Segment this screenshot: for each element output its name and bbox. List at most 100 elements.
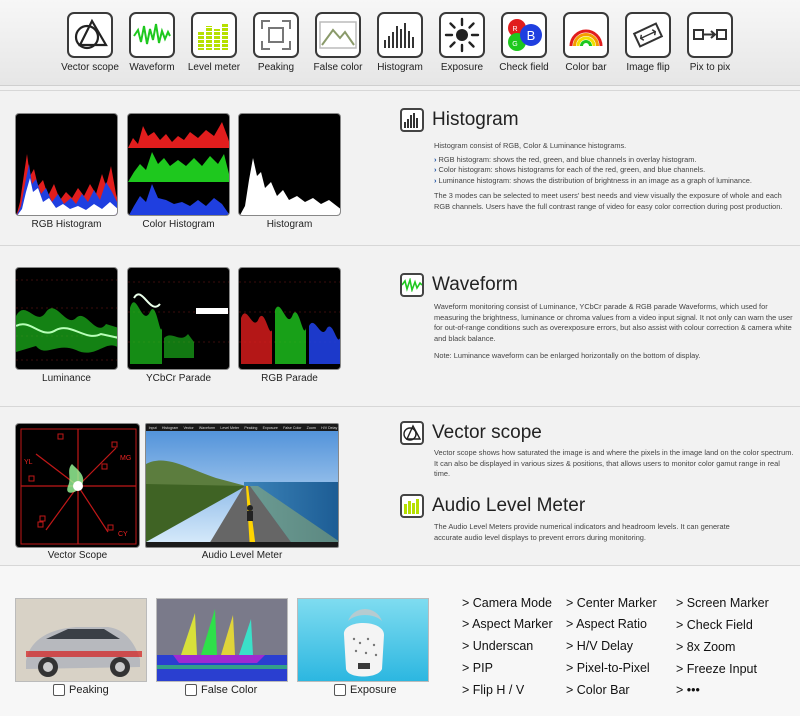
tool-color-bar[interactable]: Color bar <box>563 12 609 85</box>
luminance-waveform-image <box>15 267 118 370</box>
luminance-histogram-caption: Histogram <box>266 219 313 230</box>
rgb-histogram-image <box>15 113 118 216</box>
feature-item: > Pixel-to-Pixel <box>566 661 650 675</box>
tool-exposure[interactable]: Exposure <box>439 12 485 85</box>
audio-menu-item[interactable]: Exposure <box>263 426 278 430</box>
tool-peaking[interactable]: Peaking <box>253 12 299 85</box>
feature-item: > Color Bar <box>566 683 630 697</box>
audio-menu-item[interactable]: False Color <box>283 426 301 430</box>
tool-false-color[interactable]: False color <box>314 12 362 85</box>
ycbcr-parade-caption: YCbCr Parade <box>145 373 212 384</box>
false-color-icon <box>315 12 361 58</box>
svg-text:B: B <box>527 28 536 43</box>
audio-menu-item[interactable]: Peaking <box>244 426 257 430</box>
luminance-caption: Luminance <box>42 373 91 384</box>
audio-menu-bar: Input Histogram Vector Waveform Level Me… <box>146 424 338 431</box>
ycbcr-parade-image <box>127 267 230 370</box>
histogram-title: Histogram <box>432 109 519 130</box>
vector-scope-image: YL MG CY <box>15 423 140 548</box>
feature-item: > Center Marker <box>566 596 657 610</box>
feature-item: > Aspect Marker <box>462 617 553 631</box>
audio-menu-item[interactable]: Vector <box>183 426 193 430</box>
tool-waveform[interactable]: Waveform <box>129 12 175 85</box>
feature-toolbar: Vector scope Waveform Level meter Peakin… <box>0 0 800 86</box>
tool-check-field[interactable]: BRG Check field <box>499 12 549 85</box>
peaking-image <box>15 598 147 682</box>
false-color-image <box>156 598 288 682</box>
svg-text:R: R <box>512 26 517 33</box>
false-color-caption-text: False Color <box>201 684 258 696</box>
audio-menu-item[interactable]: Histogram <box>162 426 178 430</box>
audio-title: Audio Level Meter <box>432 495 586 516</box>
vectorscope-audio-section: YL MG CY Vector Scope Input Histogram Ve… <box>0 406 800 564</box>
false-color-caption: False Color <box>185 684 257 696</box>
audio-level-meter-image: Input Histogram Vector Waveform Level Me… <box>145 423 339 548</box>
audio-menu-item[interactable]: Input <box>149 426 157 430</box>
vector-label-cy: CY <box>118 531 128 538</box>
vector-scope-description: Vector scope shows how saturated the ima… <box>434 448 794 478</box>
peaking-caption: Peaking <box>53 684 109 696</box>
feature-item: > H/V Delay <box>566 639 634 653</box>
waveform-heading: Waveform <box>400 273 518 297</box>
level-meter-icon <box>191 12 237 58</box>
histogram-bullet: Color histogram: shows histograms for ea… <box>434 165 794 176</box>
color-histogram-caption: Color Histogram <box>142 219 215 230</box>
pix-to-pix-icon <box>687 12 733 58</box>
exposure-icon <box>439 12 485 58</box>
color-histogram-image <box>127 113 230 216</box>
feature-item: > Aspect Ratio <box>566 617 647 631</box>
check-field-icon: B R G <box>501 12 547 58</box>
rgb-parade-caption: RGB Parade <box>261 373 318 384</box>
histogram-icon <box>377 12 423 58</box>
waveform-icon <box>400 273 424 297</box>
rgb-parade-image <box>238 267 341 370</box>
exposure-caption: Exposure <box>334 684 396 696</box>
tool-level-meter[interactable]: Level meter <box>188 12 240 85</box>
luminance-histogram-image <box>238 113 341 216</box>
waveform-section: Luminance YCbCr Parade RGB Parade Wavefo… <box>0 245 800 405</box>
audio-menu-item[interactable]: Level Meter <box>220 426 239 430</box>
histogram-bullet: RGB histogram: shows the red, green, and… <box>434 155 794 166</box>
peaking-caption-text: Peaking <box>69 684 109 696</box>
exposure-image <box>297 598 429 682</box>
rgb-histogram-caption: RGB Histogram <box>31 219 102 230</box>
tool-image-flip[interactable]: Image flip <box>625 12 671 85</box>
histogram-heading: Histogram <box>400 108 519 132</box>
tool-histogram[interactable]: Histogram <box>377 12 423 85</box>
audio-menu-item[interactable]: Waveform <box>199 426 215 430</box>
feature-item: > Freeze Input <box>676 662 757 676</box>
audio-heading: Audio Level Meter <box>400 494 585 518</box>
feature-list: > Camera Mode > Center Marker > Screen M… <box>462 596 797 706</box>
color-bar-icon <box>563 12 609 58</box>
tool-label: Pix to pix <box>689 62 731 73</box>
audio-description: The Audio Level Meters provide numerical… <box>434 522 730 542</box>
image-flip-icon <box>625 12 671 58</box>
vector-scope-icon <box>400 421 424 445</box>
waveform-description: Waveform monitoring consist of Luminance… <box>434 302 794 365</box>
audio-menu-item[interactable]: H/V Delay <box>321 426 337 430</box>
feature-item: > Flip H / V <box>462 683 525 697</box>
peaking-icon <box>53 684 65 696</box>
histogram-description: Histogram consist of RGB, Color & Lumina… <box>434 141 794 215</box>
tool-vector-scope[interactable]: Vector scope <box>61 12 119 85</box>
feature-item: > Camera Mode <box>462 596 552 610</box>
waveform-title: Waveform <box>432 274 518 295</box>
peaking-icon <box>253 12 299 58</box>
histogram-icon <box>400 108 424 132</box>
extra-features-section: Peaking False Color Exposure > Camera Mo… <box>0 565 800 716</box>
vector-scope-caption: Vector Scope <box>47 550 108 561</box>
feature-item: > Check Field <box>676 618 753 632</box>
audio-level-meter-caption: Audio Level Meter <box>201 550 283 561</box>
tool-pix-to-pix[interactable]: Pix to pix <box>687 12 733 85</box>
histogram-outro: The 3 modes can be selected to meet user… <box>434 191 783 211</box>
histogram-section: RGB Histogram Color Histogram Histogram … <box>0 90 800 244</box>
waveform-icon <box>129 12 175 58</box>
audio-menu-item[interactable]: Zoom <box>307 426 316 430</box>
level-meter-icon <box>400 494 424 518</box>
waveform-note: Note: Luminance waveform can be enlarged… <box>434 351 701 360</box>
feature-item: > PIP <box>462 661 493 675</box>
feature-item: > ••• <box>676 683 700 697</box>
vector-label-mg: MG <box>120 455 131 462</box>
feature-item: > 8x Zoom <box>676 640 736 654</box>
svg-text:G: G <box>512 41 517 48</box>
